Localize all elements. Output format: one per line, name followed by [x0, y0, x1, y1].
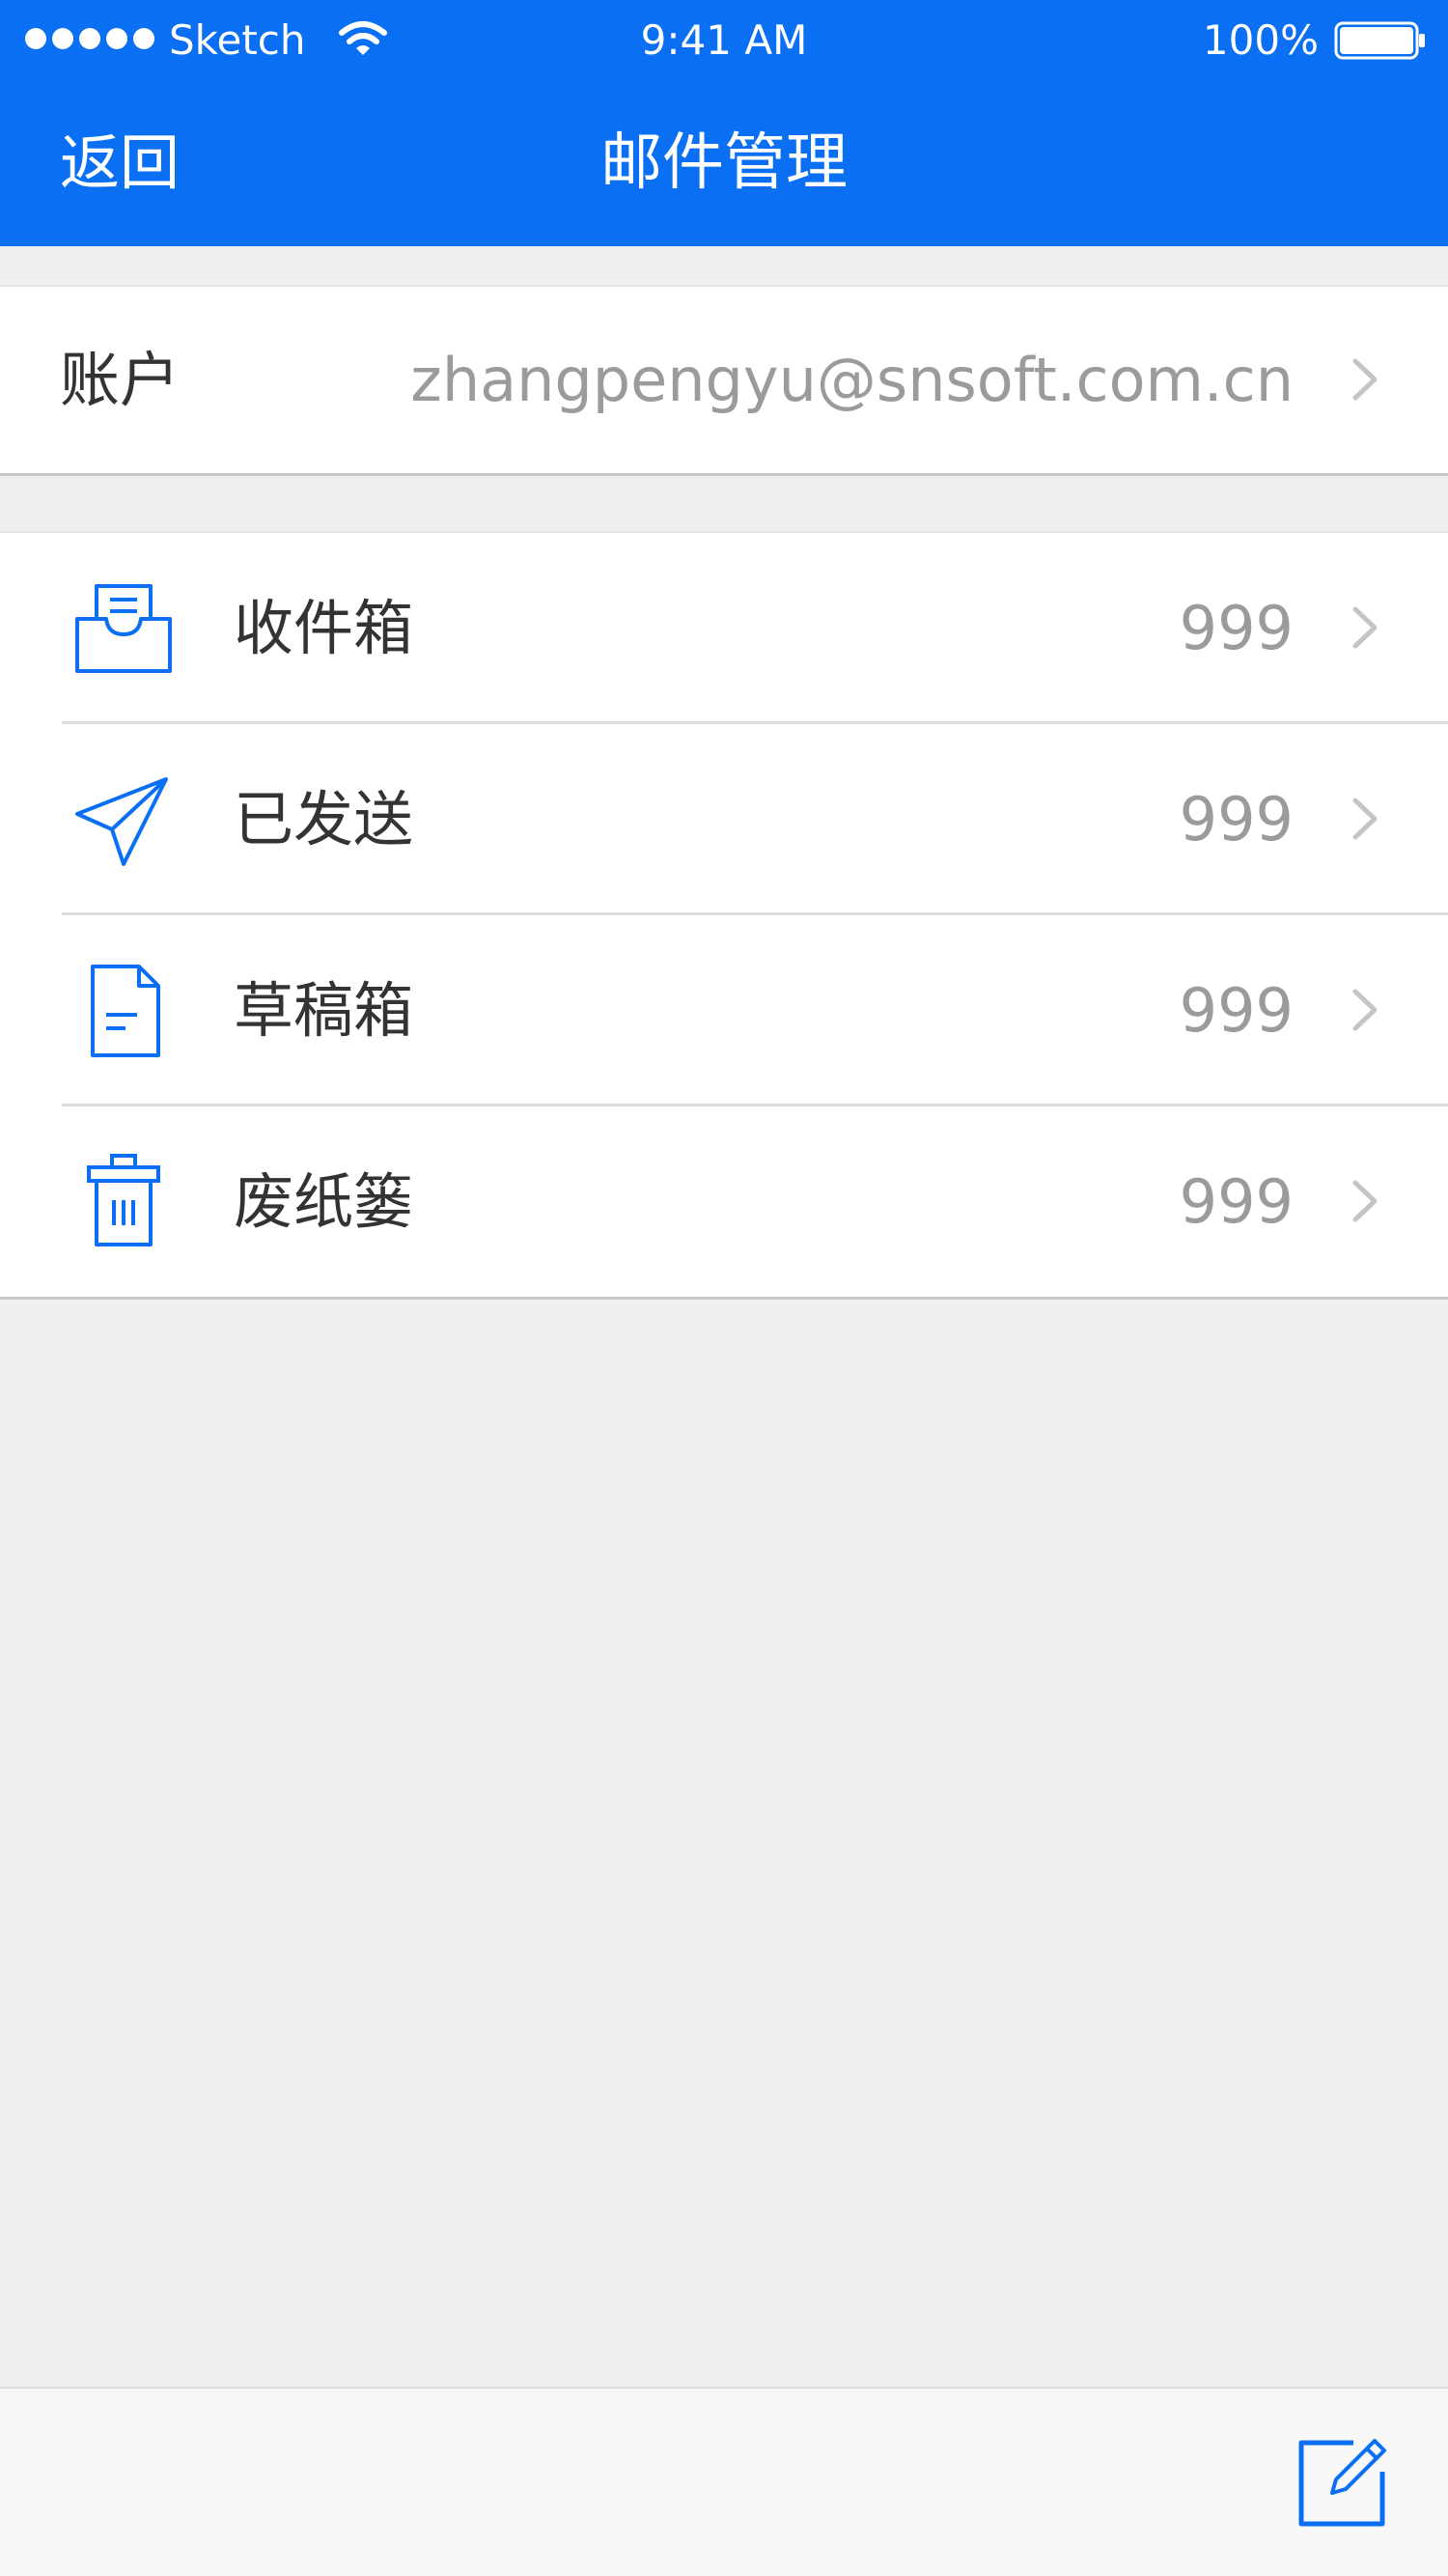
folder-row-drafts[interactable]: 草稿箱 999 — [0, 915, 1448, 1106]
mail-management-screen: Sketch 9:41 AM 100% 返回 邮件管理 账户 zhangpeng… — [0, 0, 1448, 2576]
page-title: 邮件管理 — [600, 127, 848, 199]
bottom-toolbar — [0, 2387, 1448, 2576]
chevron-right-icon — [1352, 1180, 1378, 1222]
folder-count: 999 — [1179, 1166, 1294, 1237]
folder-row-sent[interactable]: 已发送 999 — [0, 724, 1448, 915]
folder-count: 999 — [1179, 784, 1294, 854]
folder-label: 草稿箱 — [234, 975, 414, 1046]
paper-plane-icon — [75, 777, 168, 866]
navigation-bar: 返回 邮件管理 — [0, 82, 1448, 246]
chevron-right-icon — [1352, 606, 1378, 649]
folder-label: 废纸篓 — [234, 1166, 414, 1237]
folder-label: 已发送 — [234, 784, 414, 854]
inbox-icon — [75, 584, 172, 673]
draft-document-icon — [91, 965, 160, 1057]
status-bar: Sketch 9:41 AM 100% — [0, 0, 1448, 82]
chevron-right-icon — [1352, 798, 1378, 840]
battery-icon — [1334, 21, 1425, 60]
folder-label: 收件箱 — [234, 593, 414, 663]
folder-list: 收件箱 999 已发送 999 草稿箱 999 废纸篓 999 — [0, 531, 1448, 1300]
chevron-right-icon — [1352, 358, 1378, 401]
chevron-right-icon — [1352, 989, 1378, 1031]
account-label: 账户 — [60, 345, 181, 415]
header: Sketch 9:41 AM 100% 返回 邮件管理 — [0, 0, 1448, 246]
battery-percentage: 100% — [1202, 16, 1319, 64]
folder-row-inbox[interactable]: 收件箱 999 — [0, 533, 1448, 724]
trash-icon — [87, 1154, 160, 1246]
account-section: 账户 zhangpengyu@snsoft.com.cn — [0, 285, 1448, 476]
account-row[interactable]: 账户 zhangpengyu@snsoft.com.cn — [0, 287, 1448, 473]
account-email: zhangpengyu@snsoft.com.cn — [410, 345, 1294, 415]
folder-count: 999 — [1179, 593, 1294, 663]
folder-row-trash[interactable]: 废纸篓 999 — [0, 1106, 1448, 1298]
compose-icon[interactable] — [1295, 2437, 1388, 2530]
folder-count: 999 — [1179, 975, 1294, 1046]
